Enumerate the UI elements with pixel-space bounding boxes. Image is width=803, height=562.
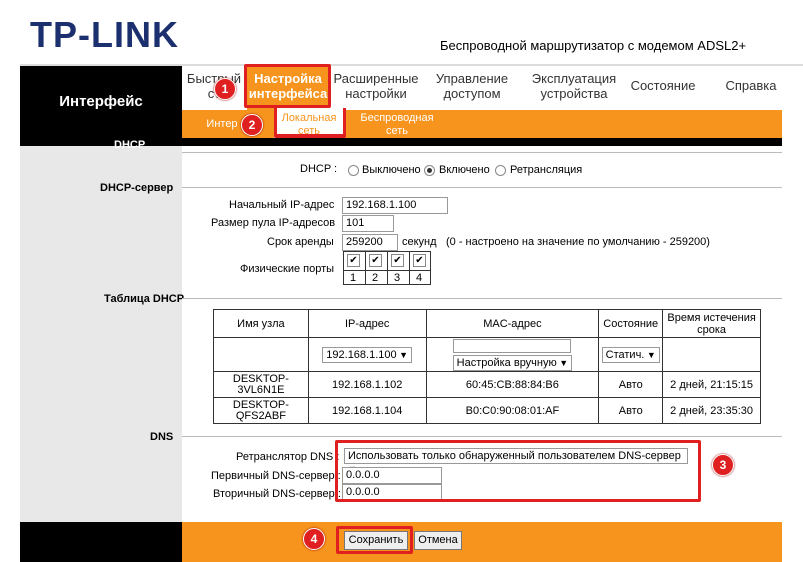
ports-col-line — [387, 251, 388, 285]
divider — [182, 152, 782, 153]
dns-section-title: DNS — [150, 431, 174, 443]
dhcp-table: Имя узла IP-адрес MAC-адрес Состояние Вр… — [213, 309, 761, 424]
menu-access-management[interactable]: Управление доступом — [426, 71, 518, 101]
start-ip-label: Начальный IP-адрес — [229, 199, 335, 211]
primary-dns-label: Первичный DNS-сервер : — [211, 470, 341, 482]
annotation-box-4 — [336, 526, 413, 554]
mac-cell: B0:C0:90:08:01:AF — [425, 397, 600, 424]
annotation-underline-2 — [274, 134, 346, 138]
port-4-checkbox[interactable]: ✔ — [413, 254, 426, 267]
divider — [182, 436, 782, 437]
menu-help[interactable]: Справка — [716, 78, 786, 93]
table-row: DESKTOP- QFS2ABF 192.168.1.104 B0:C0:90:0… — [213, 397, 761, 424]
annotation-bracket-2-right — [343, 108, 346, 136]
divider — [182, 187, 782, 188]
col-mac: MAC-адрес — [425, 309, 600, 338]
ip-cell: 192.168.1.102 — [307, 371, 427, 398]
port-2-label: 2 — [372, 272, 379, 284]
section-title: Интерфейс — [59, 93, 143, 110]
col-state: Состояние — [598, 309, 664, 338]
dhcp-on-label: Включено — [439, 164, 490, 176]
new-ip-select[interactable]: 192.168.1.100 — [322, 346, 413, 363]
lease-time-label: Срок аренды — [267, 236, 334, 248]
annotation-box-3 — [335, 440, 701, 502]
table-cell: 192.168.1.100 — [307, 337, 427, 372]
divider — [182, 298, 782, 299]
state-cell: Авто — [598, 371, 664, 398]
pool-size-label: Размер пула IP-адресов — [211, 217, 336, 229]
ip-cell: 192.168.1.104 — [307, 397, 427, 424]
dhcp-off-label: Выключено — [362, 164, 421, 176]
step-badge-2: 2 — [241, 114, 263, 136]
annotation-bracket-2-left — [274, 108, 277, 136]
expire-cell: 2 дней, 23:35:30 — [662, 397, 761, 424]
pool-size-input[interactable]: 101 — [342, 215, 394, 232]
right-margin — [782, 66, 803, 562]
dns-relay-label: Ретранслятор DNS : — [236, 451, 340, 463]
tp-link-logo: TP-LINK — [30, 14, 179, 55]
col-hostname: Имя узла — [213, 309, 309, 338]
lease-time-input[interactable]: 259200 — [342, 234, 398, 251]
dhcp-section-title: DHCP — [114, 139, 146, 151]
mac-mode-select[interactable]: Настройка вручную — [452, 354, 573, 371]
cancel-button[interactable]: Отмена — [414, 531, 462, 550]
port-1-checkbox[interactable]: ✔ — [347, 254, 360, 267]
col-expire: Время истечения срока — [662, 309, 761, 338]
dhcp-server-section-title: DHCP-сервер — [100, 182, 174, 194]
dhcp-off-radio[interactable] — [348, 165, 359, 176]
ports-col-line — [409, 251, 410, 285]
expire-cell: 2 дней, 21:15:15 — [662, 371, 761, 398]
lease-unit: секунд — [402, 236, 437, 248]
start-ip-input[interactable]: 192.168.1.100 — [342, 197, 448, 214]
submenu-internet[interactable]: Интер — [200, 118, 244, 131]
port-3-checkbox[interactable]: ✔ — [391, 254, 404, 267]
dhcp-relay-radio[interactable] — [495, 165, 506, 176]
ports-col-line — [365, 251, 366, 285]
table-cell — [662, 337, 761, 372]
menu-advanced-setup[interactable]: Расширенные настройки — [329, 71, 423, 101]
hostname-cell: DESKTOP- 3VL6N1E — [213, 371, 309, 398]
table-cell: Статич. — [598, 337, 664, 372]
mac-cell: 60:45:CB:88:84:B6 — [425, 371, 600, 398]
table-row: DESKTOP- 3VL6N1E 192.168.1.102 60:45:CB:8… — [213, 371, 761, 398]
step-badge-4: 4 — [303, 528, 325, 550]
product-name: Беспроводной маршрутизатор с модемом ADS… — [440, 38, 747, 53]
bottom-left-panel — [20, 522, 182, 562]
port-3-label: 3 — [394, 272, 401, 284]
left-panel — [20, 138, 182, 522]
dhcp-on-radio[interactable] — [424, 165, 435, 176]
state-cell: Авто — [598, 397, 664, 424]
submenu-bar — [182, 110, 782, 138]
port-4-label: 4 — [416, 272, 423, 284]
port-2-checkbox[interactable]: ✔ — [369, 254, 382, 267]
dhcp-relay-label: Ретрансляция — [510, 164, 583, 176]
secondary-dns-label: Вторичный DNS-сервер : — [213, 488, 341, 500]
menu-maintenance[interactable]: Эксплуатация устройства — [522, 71, 626, 101]
table-cell: Настройка вручную — [425, 337, 600, 372]
new-state-select[interactable]: Статич. — [601, 346, 660, 363]
physical-ports-label: Физические порты — [240, 263, 335, 275]
col-ip: IP-адрес — [307, 309, 427, 338]
annotation-box-1 — [244, 64, 331, 108]
new-mac-input[interactable] — [453, 338, 572, 353]
lease-note: (0 - настроено на значение по умолчанию … — [446, 236, 710, 248]
menu-status[interactable]: Состояние — [626, 78, 700, 93]
dhcp-table-section-title: Таблица DHCP — [104, 293, 185, 305]
hostname-cell: DESKTOP- QFS2ABF — [213, 397, 309, 424]
submenu-wireless[interactable]: Беспроводная сеть — [352, 112, 442, 138]
step-badge-3: 3 — [712, 454, 734, 476]
port-1-label: 1 — [350, 272, 357, 284]
step-badge-1: 1 — [214, 78, 236, 100]
table-cell — [213, 337, 309, 372]
dhcp-label: DHCP : — [300, 163, 338, 175]
